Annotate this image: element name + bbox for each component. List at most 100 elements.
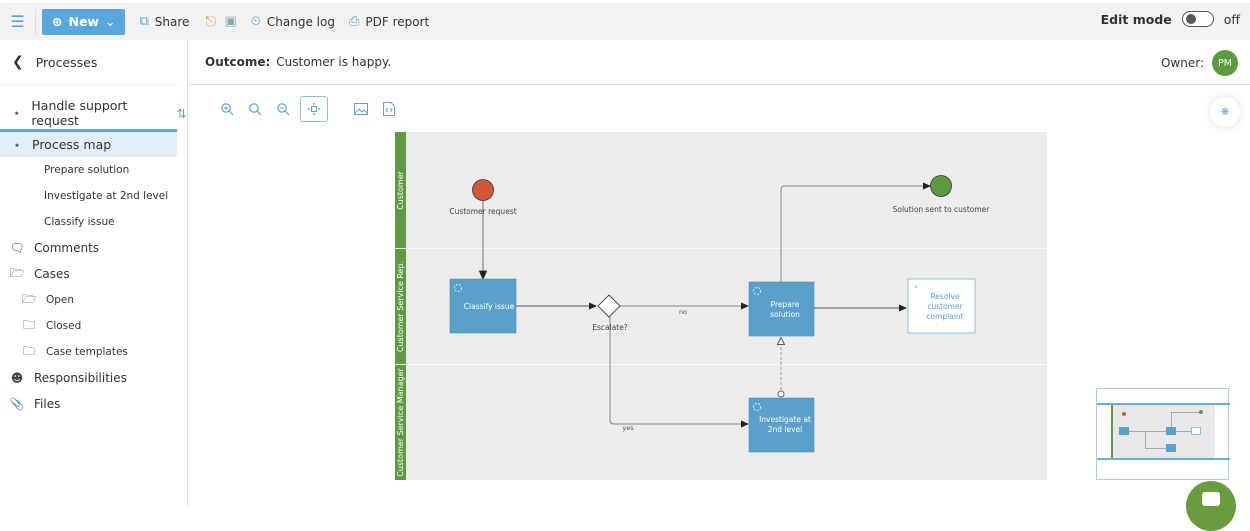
task-label: Investigate at bbox=[759, 415, 811, 424]
ruler-icon[interactable]: ▣ bbox=[224, 14, 236, 29]
process-diagram[interactable]: Customer Customer Service Rep. Customer … bbox=[395, 132, 1047, 480]
process-icon: ⋆ bbox=[12, 106, 21, 120]
sidebar: ❮ Processes ⋆ Handle support request ⇅ ⋆… bbox=[0, 40, 188, 506]
folder-icon: 🗀 bbox=[22, 317, 35, 332]
owner-label: Owner: bbox=[1160, 56, 1204, 70]
gateway-escalate bbox=[597, 294, 621, 318]
back-label: Processes bbox=[35, 54, 98, 70]
folder-sync-icon: 🗀 bbox=[22, 343, 35, 358]
flow-prepare-to-end bbox=[780, 182, 931, 282]
changelog-label: Change log bbox=[266, 14, 335, 29]
task-label: 2nd level bbox=[768, 425, 803, 434]
diagram-options-button[interactable]: ❋ bbox=[1210, 97, 1240, 127]
zoom-out-icon[interactable] bbox=[272, 98, 294, 120]
hamburger-icon[interactable]: ☰ bbox=[0, 8, 36, 35]
outcome-header: Outcome: Customer is happy. Owner: PM bbox=[189, 40, 1250, 85]
folder-open-icon: 🗁 bbox=[9, 265, 25, 280]
process-icon: ⋆ bbox=[13, 137, 21, 152]
flow-no-label: no bbox=[679, 308, 687, 316]
fit-to-screen-icon[interactable] bbox=[300, 96, 328, 122]
plus-circle-icon: ⊕ bbox=[52, 14, 63, 29]
pdf-label: PDF report bbox=[365, 14, 430, 29]
printer-icon: ⎙ bbox=[348, 14, 360, 29]
sidebar-item-responsibilities[interactable]: ☻ Responsibilities bbox=[0, 365, 187, 391]
edit-mode-state: off bbox=[1223, 11, 1240, 27]
subprocess-label: Resolve bbox=[930, 292, 960, 301]
sidebar-item-label: Process map bbox=[32, 137, 112, 152]
zoom-in-icon[interactable] bbox=[216, 98, 238, 120]
export-image-icon[interactable] bbox=[350, 98, 372, 120]
sidebar-item-comments[interactable]: 🗨 Comments bbox=[0, 235, 187, 261]
new-label: New bbox=[68, 14, 99, 29]
sidebar-item-label: Responsibilities bbox=[34, 371, 127, 385]
owner-initials: PM bbox=[1218, 57, 1232, 69]
task-label: Classify issue bbox=[464, 302, 515, 311]
sidebar-item-case-templates[interactable]: 🗀 Case templates bbox=[0, 339, 187, 365]
sidebar-item-label: Case templates bbox=[46, 346, 128, 358]
process-name: Handle support request bbox=[31, 98, 128, 128]
sidebar-subitem[interactable]: Classify issue bbox=[0, 209, 187, 235]
sidebar-subitem[interactable]: Investigate at 2nd level bbox=[0, 183, 187, 209]
outcome-value: Customer is happy. bbox=[276, 55, 392, 69]
edit-mode-label: Edit mode bbox=[1100, 11, 1172, 27]
diagram-canvas: Customer request Solution sent to custom… bbox=[449, 175, 991, 453]
sidebar-item-process-map[interactable]: ⋆ Process map bbox=[0, 129, 177, 157]
history-icon: ⏲ bbox=[250, 14, 261, 29]
pdf-report-button[interactable]: ⎙ PDF report bbox=[349, 14, 429, 29]
top-toolbar: ☰ ⊕ New ⌄ ⧉ Share ⎋ ▣ ⏲ Change log ⎙ PDF… bbox=[0, 0, 1250, 40]
owner-info: Owner: PM bbox=[1161, 50, 1238, 76]
chat-icon bbox=[1202, 492, 1220, 506]
subitem-label: Investigate at 2nd level bbox=[44, 190, 169, 202]
association-start-dot bbox=[777, 390, 785, 398]
share-button[interactable]: ⧉ Share bbox=[139, 14, 189, 29]
subitem-label: Prepare solution bbox=[44, 164, 130, 176]
sort-arrows-icon[interactable]: ⇅ bbox=[177, 106, 187, 121]
gateway-label: Escalate? bbox=[592, 323, 628, 332]
sidebar-item-label: Closed bbox=[46, 320, 82, 332]
sidebar-item-label: Comments bbox=[34, 241, 100, 255]
start-event bbox=[472, 179, 494, 201]
diagram-tools bbox=[216, 96, 400, 122]
subprocess-label: customer bbox=[927, 302, 963, 311]
edit-mode-control: Edit mode off bbox=[1101, 11, 1240, 27]
sidebar-item-files[interactable]: 📎 Files bbox=[0, 391, 187, 417]
subprocess-icon: ⋆ bbox=[914, 283, 918, 291]
task-label: solution bbox=[770, 310, 800, 319]
subitem-label: Classify issue bbox=[44, 216, 115, 228]
start-event-label: Customer request bbox=[449, 207, 516, 216]
sidebar-item-open[interactable]: 🗁 Open bbox=[0, 287, 187, 313]
shapes-icon: ❋ bbox=[1220, 106, 1230, 118]
task-prepare-solution bbox=[748, 281, 815, 337]
new-button[interactable]: ⊕ New ⌄ bbox=[42, 8, 126, 35]
sidebar-item-label: Cases bbox=[34, 267, 70, 281]
owner-avatar[interactable]: PM bbox=[1212, 50, 1238, 76]
edit-mode-toggle[interactable] bbox=[1181, 11, 1214, 27]
comment-icon: 🗨 bbox=[9, 241, 25, 255]
task-label: Prepare bbox=[771, 300, 800, 309]
sidebar-item-cases[interactable]: 🗁 Cases bbox=[0, 261, 187, 287]
paperclip-icon: 📎 bbox=[9, 397, 25, 411]
flow-gateway-yes bbox=[609, 316, 749, 428]
chevron-left-icon: ❮ bbox=[12, 54, 24, 70]
outcome-label: Outcome: bbox=[205, 55, 271, 69]
share-icon: ⧉ bbox=[139, 14, 149, 29]
end-event bbox=[930, 175, 952, 197]
subprocess-label: complaint bbox=[926, 312, 963, 321]
toggle-knob bbox=[1185, 14, 1196, 24]
end-event-label: Solution sent to customer bbox=[893, 205, 991, 214]
sidebar-item-label: Files bbox=[34, 397, 61, 411]
chat-button[interactable] bbox=[1186, 481, 1236, 531]
minimap[interactable] bbox=[1096, 388, 1230, 480]
lock-icon[interactable]: ⎋ bbox=[205, 14, 216, 30]
process-title[interactable]: ⋆ Handle support request ⇅ bbox=[0, 98, 187, 128]
back-to-processes[interactable]: ❮ Processes bbox=[0, 40, 177, 85]
changelog-button[interactable]: ⏲ Change log bbox=[251, 14, 335, 29]
flow-yes-label: yes bbox=[622, 424, 634, 432]
sidebar-item-closed[interactable]: 🗀 Closed bbox=[0, 313, 187, 339]
sidebar-subitem[interactable]: Prepare solution bbox=[0, 157, 187, 183]
folder-open-icon: 🗁 bbox=[21, 291, 37, 306]
export-code-icon[interactable] bbox=[378, 98, 400, 120]
minimap-viewport[interactable] bbox=[1097, 403, 1230, 460]
zoom-reset-icon[interactable] bbox=[244, 98, 266, 120]
chevron-down-icon: ⌄ bbox=[104, 14, 116, 29]
